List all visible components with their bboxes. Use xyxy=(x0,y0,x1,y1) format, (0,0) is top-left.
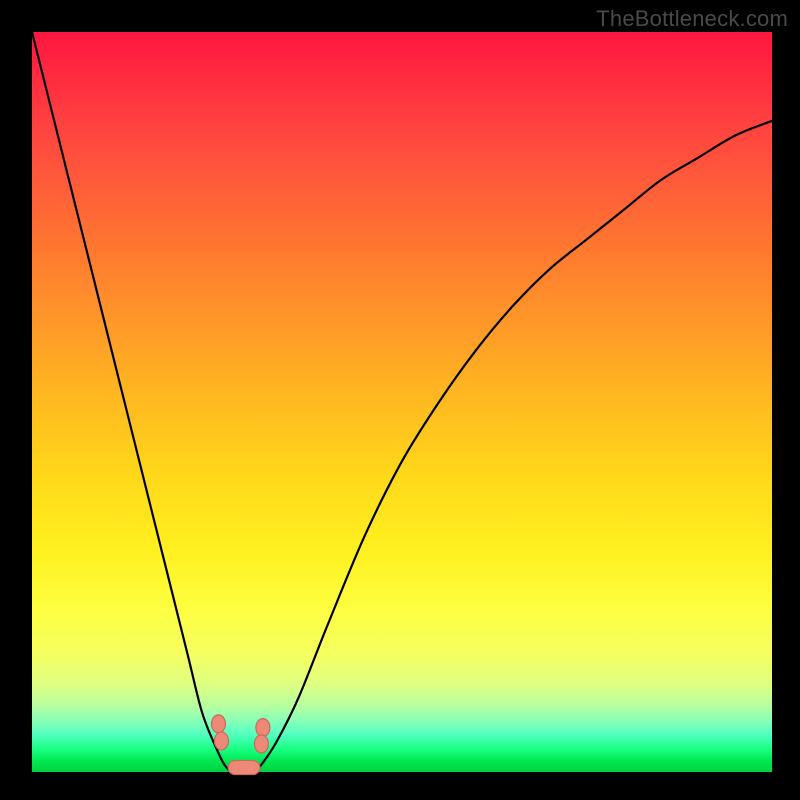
watermark-text: TheBottleneck.com xyxy=(596,6,788,32)
left-edge-marker-top xyxy=(211,715,225,733)
outer-frame: TheBottleneck.com xyxy=(0,0,800,800)
valley-bar xyxy=(228,761,260,775)
plot-area xyxy=(32,32,772,772)
bottleneck-curve xyxy=(32,32,772,773)
right-edge-marker-top xyxy=(256,719,270,737)
right-edge-marker-bottom xyxy=(254,735,268,753)
left-edge-marker-bottom xyxy=(214,732,228,750)
curve-layer xyxy=(32,32,772,772)
